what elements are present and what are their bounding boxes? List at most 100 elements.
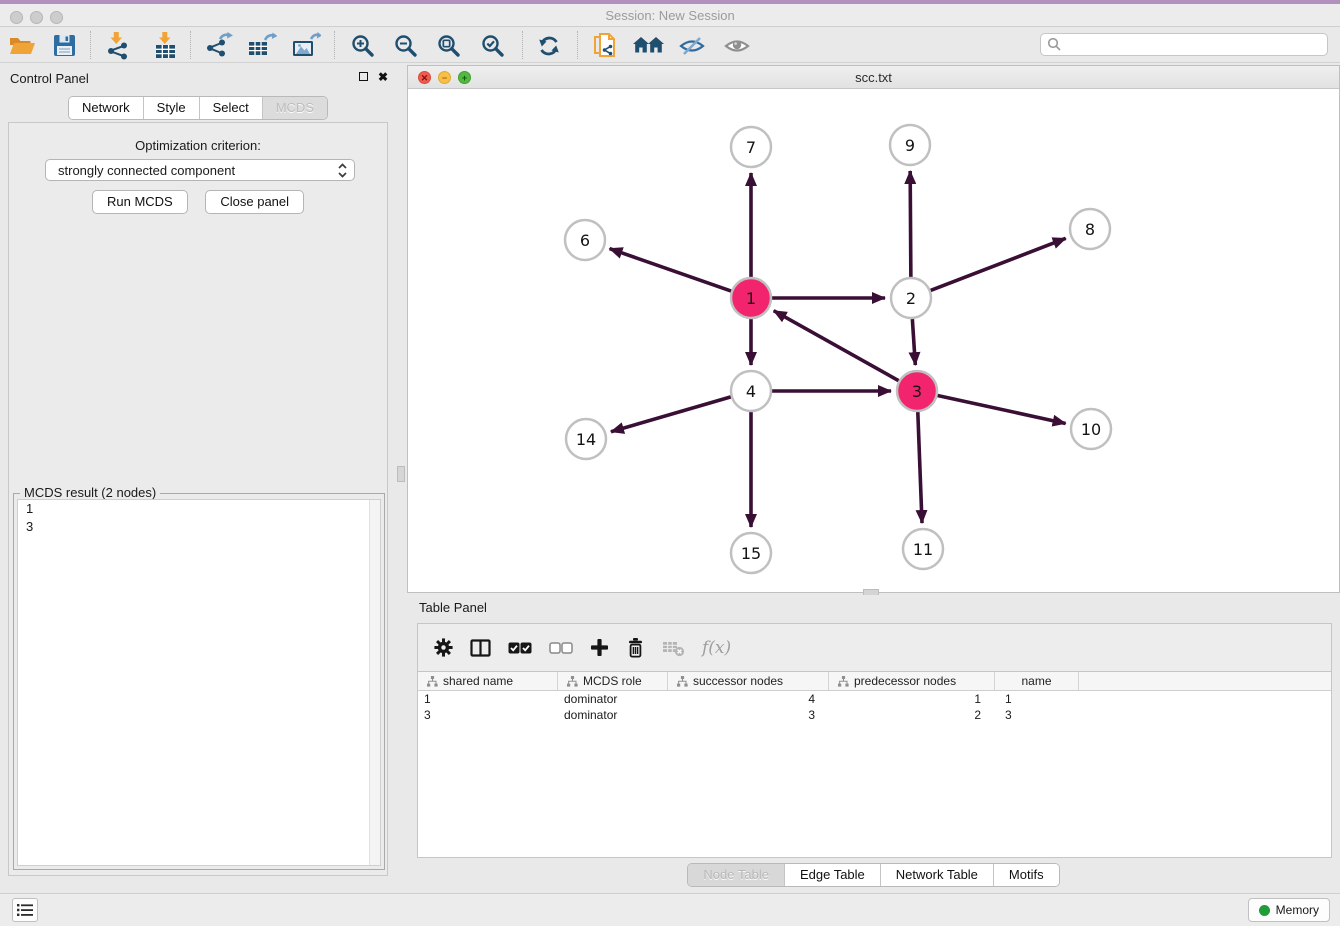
table-body: 1dominator4113dominator323 bbox=[418, 691, 1331, 723]
graph-edge-2-8[interactable] bbox=[931, 238, 1066, 290]
criterion-select[interactable]: strongly connected component bbox=[45, 159, 355, 181]
function-builder-button[interactable]: f(x) bbox=[702, 638, 731, 658]
task-history-button[interactable] bbox=[12, 898, 38, 922]
graph-node-1[interactable]: 1 bbox=[731, 278, 771, 318]
table-cell[interactable]: 1 bbox=[829, 691, 995, 707]
eye-slash-icon bbox=[679, 35, 705, 57]
network-window-titlebar[interactable]: ✕ − + scc.txt bbox=[408, 66, 1339, 89]
zoom-in-button[interactable] bbox=[345, 30, 381, 61]
result-line: 3 bbox=[18, 518, 380, 536]
graph-node-6[interactable]: 6 bbox=[565, 220, 605, 260]
tab-node-table[interactable]: Node Table bbox=[688, 864, 785, 886]
graph-edge-2-3[interactable] bbox=[912, 319, 915, 365]
graph-node-15[interactable]: 15 bbox=[731, 533, 771, 573]
graph-edge-3-10[interactable] bbox=[938, 395, 1066, 423]
graph-node-7[interactable]: 7 bbox=[731, 127, 771, 167]
zoom-selected-icon bbox=[481, 34, 505, 58]
table-cell[interactable]: 3 bbox=[995, 707, 1079, 723]
add-column-button[interactable] bbox=[590, 638, 609, 657]
result-scrollbar[interactable] bbox=[369, 500, 380, 865]
table-cell[interactable]: 3 bbox=[668, 707, 829, 723]
refresh-layout-button[interactable] bbox=[531, 30, 567, 61]
graph-node-9[interactable]: 9 bbox=[890, 125, 930, 165]
column-header-successor-nodes[interactable]: successor nodes bbox=[668, 672, 829, 690]
table-cell[interactable]: dominator bbox=[558, 707, 668, 723]
graph-node-4[interactable]: 4 bbox=[731, 371, 771, 411]
graph-edge-1-6[interactable] bbox=[610, 249, 732, 291]
tab-mcds[interactable]: MCDS bbox=[263, 97, 327, 119]
open-file-button[interactable] bbox=[4, 30, 40, 61]
hide-selected-button[interactable] bbox=[674, 30, 710, 61]
zoom-in-icon bbox=[351, 34, 375, 58]
graph-edge-2-9[interactable] bbox=[910, 171, 911, 277]
splitter-handle[interactable] bbox=[397, 466, 405, 482]
tab-motifs[interactable]: Motifs bbox=[994, 864, 1059, 886]
search-input[interactable] bbox=[1062, 38, 1327, 52]
close-panel-button-mcds[interactable]: Close panel bbox=[205, 190, 304, 214]
table-cell[interactable]: 3 bbox=[418, 707, 558, 723]
network-canvas[interactable]: 7 9 6 8 1 2 4 3 14 10 15 11 bbox=[408, 89, 1339, 592]
table-panel-inner: f(x) shared name MCDS role successor nod… bbox=[417, 623, 1332, 858]
vertical-splitter[interactable] bbox=[396, 63, 407, 893]
float-panel-button[interactable] bbox=[356, 71, 370, 85]
tab-edge-table[interactable]: Edge Table bbox=[785, 864, 881, 886]
flow-icon bbox=[838, 676, 849, 687]
first-neighbors-button[interactable] bbox=[631, 30, 667, 61]
export-table-button[interactable] bbox=[244, 30, 280, 61]
graph-node-label: 6 bbox=[580, 231, 590, 250]
control-panel-title: Control Panel bbox=[10, 71, 89, 86]
memory-button[interactable]: Memory bbox=[1248, 898, 1330, 922]
export-network-button[interactable] bbox=[200, 30, 236, 61]
delete-table-button[interactable] bbox=[662, 639, 685, 657]
close-panel-button[interactable]: ✖ bbox=[376, 71, 390, 85]
graph-edge-3-1[interactable] bbox=[774, 311, 899, 381]
graph-node-3[interactable]: 3 bbox=[897, 371, 937, 411]
graph-node-10[interactable]: 10 bbox=[1071, 409, 1111, 449]
zoom-out-icon bbox=[394, 34, 418, 58]
zoom-selected-button[interactable] bbox=[475, 30, 511, 61]
import-network-button[interactable] bbox=[100, 30, 136, 61]
table-settings-button[interactable] bbox=[434, 638, 453, 657]
delete-column-button[interactable] bbox=[626, 637, 645, 658]
mcds-result-area[interactable]: 1 3 bbox=[17, 499, 381, 866]
optimization-criterion-label: Optimization criterion: bbox=[9, 138, 387, 153]
graph-edge-4-14[interactable] bbox=[611, 397, 731, 432]
run-mcds-button[interactable]: Run MCDS bbox=[92, 190, 188, 214]
table-cell[interactable]: 2 bbox=[829, 707, 995, 723]
graph-node-8[interactable]: 8 bbox=[1070, 209, 1110, 249]
tab-select[interactable]: Select bbox=[200, 97, 263, 119]
column-header-shared-name[interactable]: shared name bbox=[418, 672, 558, 690]
select-all-button[interactable] bbox=[508, 642, 532, 654]
tab-network-table[interactable]: Network Table bbox=[881, 864, 994, 886]
table-cell[interactable]: 1 bbox=[995, 691, 1079, 707]
toolbar-separator bbox=[334, 31, 335, 59]
graph-node-14[interactable]: 14 bbox=[566, 419, 606, 459]
table-cell[interactable]: dominator bbox=[558, 691, 668, 707]
column-header-name[interactable]: name bbox=[995, 672, 1079, 690]
export-image-button[interactable] bbox=[288, 30, 324, 61]
table-cell[interactable]: 1 bbox=[418, 691, 558, 707]
table-panel: Table Panel ✖ f(x) bbox=[407, 595, 1340, 890]
graph-node-2[interactable]: 2 bbox=[891, 278, 931, 318]
clone-network-button[interactable] bbox=[587, 30, 623, 61]
graph-node-label: 11 bbox=[913, 540, 933, 559]
zoom-fit-button[interactable] bbox=[431, 30, 467, 61]
column-header-mcds-role[interactable]: MCDS role bbox=[558, 672, 668, 690]
column-header-predecessor-nodes[interactable]: predecessor nodes bbox=[829, 672, 995, 690]
import-table-button[interactable] bbox=[148, 30, 184, 61]
tab-network[interactable]: Network bbox=[69, 97, 144, 119]
show-all-button[interactable] bbox=[719, 30, 755, 61]
graph-node-11[interactable]: 11 bbox=[903, 529, 943, 569]
tab-style[interactable]: Style bbox=[144, 97, 200, 119]
graph-edge-3-11[interactable] bbox=[918, 412, 922, 523]
deselect-all-button[interactable] bbox=[549, 642, 573, 654]
save-session-button[interactable] bbox=[46, 30, 82, 61]
zoom-out-button[interactable] bbox=[388, 30, 424, 61]
graph-node-label: 7 bbox=[746, 138, 756, 157]
table-row[interactable]: 1dominator411 bbox=[418, 691, 1331, 707]
search-field[interactable] bbox=[1040, 33, 1328, 56]
table-row[interactable]: 3dominator323 bbox=[418, 707, 1331, 723]
split-columns-button[interactable] bbox=[470, 639, 491, 657]
table-cell[interactable]: 4 bbox=[668, 691, 829, 707]
two-homes-icon bbox=[633, 35, 665, 57]
